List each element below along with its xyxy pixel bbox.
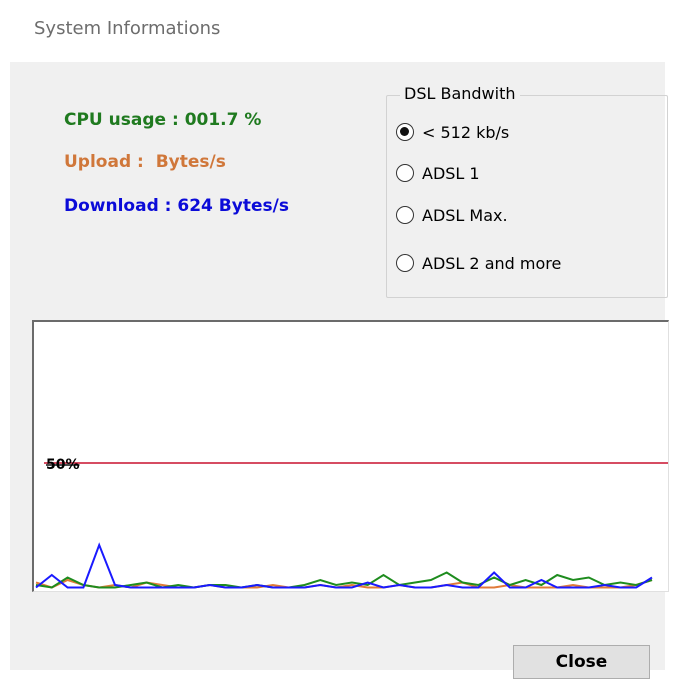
download-series-line [35,542,653,589]
window-title: System Informations [34,18,221,39]
upload-text: Upload : Bytes/s [64,152,226,172]
radio-option-adsl1[interactable]: ADSL 1 [396,161,480,185]
radio-option-adsl-max[interactable]: ADSL Max. [396,203,508,227]
download-text: Download : 624 Bytes/s [64,196,289,216]
download-value: 624 Bytes/s [177,196,289,216]
download-label: Download : [64,196,178,216]
radio-checked-icon[interactable] [396,123,414,141]
radio-label: ADSL 1 [422,163,480,183]
threshold-label: 50% [46,457,80,473]
radio-unchecked-icon[interactable] [396,206,414,224]
radio-option-512kbs[interactable]: < 512 kb/s [396,120,509,144]
usage-graph: 50% [32,320,669,592]
upload-label: Upload : [64,152,150,172]
radio-label: ADSL Max. [422,205,508,225]
upload-value: Bytes/s [155,152,226,172]
dsl-bandwidth-legend: DSL Bandwith [400,84,520,103]
radio-unchecked-icon[interactable] [396,164,414,182]
usage-graph-canvas: 50% [35,457,668,589]
cpu-usage-value: 001.7 % [184,110,262,130]
radio-label: < 512 kb/s [422,122,510,142]
close-button[interactable]: Close [513,645,650,679]
radio-label: ADSL 2 and more [422,253,562,273]
series-layer [35,542,653,589]
title-bar: System Informations [0,0,675,62]
radio-unchecked-icon[interactable] [396,254,414,272]
cpu-usage-label: CPU usage : [64,110,185,130]
radio-option-adsl2-more[interactable]: ADSL 2 and more [396,251,561,275]
cpu-usage-text: CPU usage : 001.7 % [64,110,261,130]
